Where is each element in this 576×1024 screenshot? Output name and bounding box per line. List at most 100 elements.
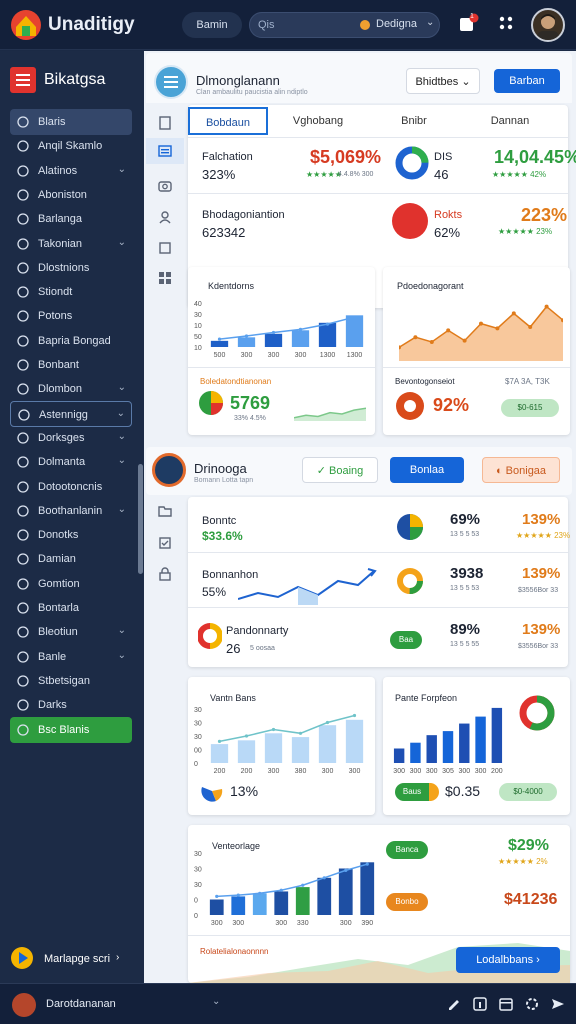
sidebar-item-label: Dolmanta xyxy=(38,456,86,469)
user-icon[interactable] xyxy=(157,209,173,225)
stat-pill-4[interactable]: Banca xyxy=(386,841,428,859)
sidebar-item-21[interactable]: Bleotiun ⌄ xyxy=(10,619,132,645)
bar-chart-4: 30303000300 300 300 330 300 390 xyxy=(194,851,375,927)
sidebar-item-12[interactable]: Astennigg ⌄ xyxy=(10,400,132,427)
sidebar-item-6[interactable]: Dlostnions xyxy=(10,255,132,281)
filter-dropdown[interactable]: Bhidtbes ⌄ xyxy=(406,68,480,94)
document-icon[interactable] xyxy=(157,115,173,131)
camera-icon[interactable] xyxy=(157,178,173,194)
sidebar-item-label: Anqil Skamlo xyxy=(38,140,103,153)
chevron-down-icon: ⌄ xyxy=(117,163,126,175)
notification-icon[interactable] xyxy=(457,13,479,35)
sidebar-item-1[interactable]: Anqil Skamlo xyxy=(10,133,132,159)
x-tick-label: 300 xyxy=(211,920,223,927)
search-input[interactable] xyxy=(258,17,348,33)
search-filter-select[interactable]: Dedigna xyxy=(376,18,417,30)
series-point xyxy=(271,330,276,335)
info-icon[interactable] xyxy=(472,996,488,1012)
dashboard-icon[interactable] xyxy=(157,143,173,159)
sidebar-item-23[interactable]: Stbetsigan xyxy=(10,668,132,694)
sidebar-item-16[interactable]: Boothanlanin ⌄ xyxy=(10,498,132,524)
menu-icon[interactable] xyxy=(10,67,36,93)
x-tick-label: 380 xyxy=(295,768,307,775)
sidebar-item-22[interactable]: Banle ⌄ xyxy=(10,644,132,670)
calendar-icon[interactable] xyxy=(498,996,514,1012)
tab-second[interactable]: Vghobang xyxy=(278,107,358,135)
sidebar-item-8[interactable]: Potons xyxy=(10,303,132,329)
check-button[interactable]: ✓ Boaing xyxy=(302,457,378,483)
y-tick-label: 30 xyxy=(194,734,202,741)
row-pill[interactable]: Baa xyxy=(390,631,422,649)
chevron-down-icon[interactable]: ⌄ xyxy=(426,17,434,28)
search-box[interactable]: Dedigna ⌄ xyxy=(249,12,440,38)
checklist-icon[interactable] xyxy=(157,535,173,551)
apps-grid-icon[interactable] xyxy=(496,13,518,35)
x-tick-label: 1300 xyxy=(320,352,336,359)
stat-pill-2[interactable]: Baus xyxy=(395,783,439,801)
stat-pill-5[interactable]: Bonbo xyxy=(386,893,428,911)
sidebar-footer-link[interactable]: Marlapge scri › xyxy=(10,944,132,974)
section2-secondary-button[interactable]: ◐ Bonigaa xyxy=(482,457,560,483)
user-avatar-small[interactable] xyxy=(12,993,36,1017)
checkbox-icon[interactable] xyxy=(157,240,173,256)
sidebar-item-11[interactable]: Dlombon ⌄ xyxy=(10,376,132,402)
app-logo-icon[interactable] xyxy=(10,9,42,41)
nav-icon xyxy=(16,212,30,226)
sidebar-item-19[interactable]: Gomtion xyxy=(10,571,132,597)
sidebar-item-2[interactable]: Alatinos ⌄ xyxy=(10,158,132,184)
sidebar-item-3[interactable]: Aboniston xyxy=(10,182,132,208)
y-tick-label: 0 xyxy=(194,913,198,920)
chevron-down-icon[interactable]: ⌄ xyxy=(212,996,220,1007)
bar xyxy=(360,862,375,915)
sidebar-scrollbar[interactable] xyxy=(138,464,143,574)
sidebar-item-label: Bleotiun xyxy=(38,626,78,639)
sidebar-item-17[interactable]: Donotks xyxy=(10,522,132,548)
series-point xyxy=(217,337,222,341)
sidebar-item-9[interactable]: Bapria Bongad xyxy=(10,328,132,354)
metric-stars-note: 4.4.8% 300 xyxy=(338,171,374,178)
lock-icon[interactable] xyxy=(157,566,173,582)
metric-label: Falchation xyxy=(202,151,253,163)
sidebar-item-13[interactable]: Dorksges ⌄ xyxy=(10,425,132,451)
folder-icon[interactable] xyxy=(157,503,173,519)
sidebar-item-14[interactable]: Dolmanta ⌄ xyxy=(10,449,132,475)
user-name[interactable]: Darotdananan xyxy=(46,998,116,1010)
filter-dropdown-label: Bhidtbes xyxy=(415,76,459,88)
sidebar-item-7[interactable]: Stiondt xyxy=(10,279,132,305)
bar xyxy=(475,716,486,763)
tab-overview[interactable]: Bobdaun xyxy=(188,107,268,135)
sidebar-item-18[interactable]: Damian xyxy=(10,546,132,572)
stat-pill[interactable]: $0-615 xyxy=(501,399,559,417)
top-action-button[interactable]: Bamin xyxy=(182,12,242,38)
send-icon[interactable] xyxy=(550,996,566,1012)
sidebar-item-20[interactable]: Bontarla xyxy=(10,595,132,621)
sidebar-item-label: Stiondt xyxy=(38,286,73,299)
sidebar-item-24[interactable]: Darks xyxy=(10,692,132,718)
sidebar-item-4[interactable]: Barlanga xyxy=(10,206,132,232)
sidebar-item-10[interactable]: Bonbant xyxy=(10,352,132,378)
bottom-chart-panel: Venteorlage 30 30 30 0 0 300 300 300 330 300 390 B… xyxy=(188,825,570,983)
footer-cta-button[interactable]: Lodalbbans › xyxy=(456,947,560,973)
sidebar-item-0[interactable]: Blaris xyxy=(10,109,132,135)
stat-pill-3[interactable]: $0-4000 xyxy=(499,783,557,801)
sidebar-item-15[interactable]: Dotootoncnis xyxy=(10,474,132,500)
settings-icon[interactable] xyxy=(524,996,540,1012)
grid-icon[interactable] xyxy=(157,270,173,286)
play-logo-icon xyxy=(11,947,33,969)
edit-icon[interactable] xyxy=(446,996,462,1012)
area-point xyxy=(479,321,483,326)
sidebar-item-25[interactable]: Bsc Blanis xyxy=(10,716,132,743)
left-rail xyxy=(144,106,186,356)
user-avatar[interactable] xyxy=(531,8,565,42)
stat-title-2: Bevontogonseiot xyxy=(395,377,455,386)
nav-icon xyxy=(16,164,30,178)
metric-sub-value: 323% xyxy=(202,167,236,182)
primary-action-button[interactable]: Barban xyxy=(494,69,560,93)
nav-icon xyxy=(16,334,30,348)
row-pct-2: 3938 xyxy=(450,565,484,582)
tab-fourth[interactable]: Dannan xyxy=(470,107,550,135)
section2-primary-button[interactable]: Bonlaa xyxy=(390,457,464,483)
sidebar-item-label: Dotootoncnis xyxy=(38,480,103,493)
sidebar-item-5[interactable]: Takonian ⌄ xyxy=(10,231,132,257)
tab-third[interactable]: Bnibr xyxy=(374,107,454,135)
